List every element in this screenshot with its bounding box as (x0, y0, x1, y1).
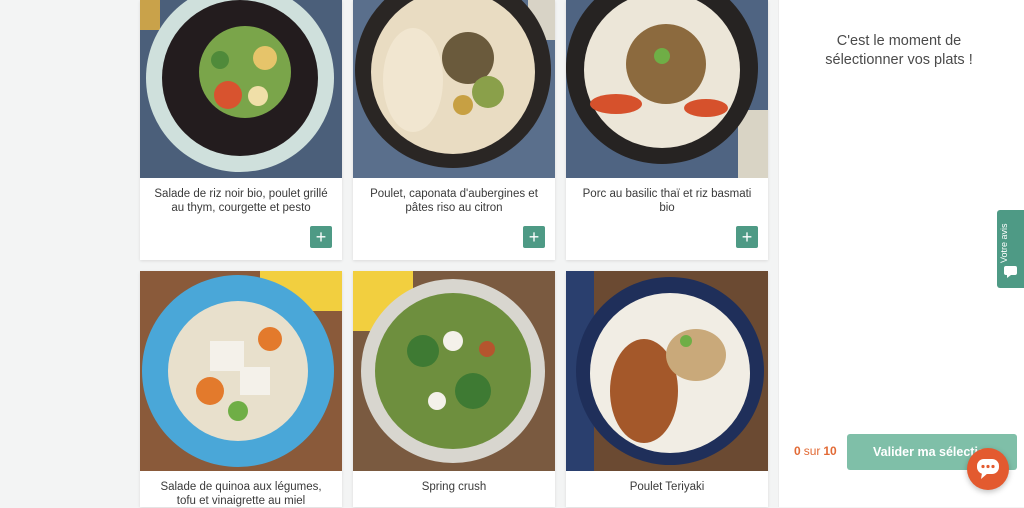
dish-title: Porc au basilic thaï et riz basmati bio (582, 188, 752, 214)
dish-photo (353, 0, 555, 178)
add-dish-button[interactable]: + (523, 226, 545, 248)
selection-sidebar: C'est le moment de sélectionner vos plat… (778, 0, 1024, 507)
dish-photo (566, 271, 768, 471)
plus-icon: + (315, 227, 327, 247)
dish-card[interactable]: Spring crush (353, 271, 555, 507)
selection-prompt: C'est le moment de sélectionner vos plat… (825, 33, 973, 68)
dish-title: Salade de riz noir bio, poulet grillé au… (154, 188, 328, 214)
dish-card[interactable]: Poulet Teriyaki (566, 271, 768, 507)
selected-count: 0 (794, 444, 801, 458)
dish-grid: Salade de riz noir bio, poulet grillé au… (140, 0, 768, 507)
feedback-tab[interactable]: Votre avis (997, 210, 1024, 288)
plus-icon: + (741, 227, 753, 247)
dish-card[interactable]: Porc au basilic thaï et riz basmati bio … (566, 0, 768, 260)
dish-photo (140, 271, 342, 471)
count-separator: sur (803, 444, 821, 458)
dish-photo (566, 0, 768, 178)
comment-icon (1004, 266, 1017, 278)
dish-card[interactable]: Salade de riz noir bio, poulet grillé au… (140, 0, 342, 260)
dish-card[interactable]: Poulet, caponata d'aubergines et pâtes r… (353, 0, 555, 260)
dish-photo (140, 0, 342, 178)
plus-icon: + (528, 227, 540, 247)
total-count: 10 (823, 444, 837, 458)
dish-title: Salade de quinoa aux légumes, tofu et vi… (160, 481, 322, 507)
dish-photo (353, 271, 555, 471)
dish-title: Poulet, caponata d'aubergines et pâtes r… (370, 188, 538, 214)
dish-card[interactable]: Salade de quinoa aux légumes, tofu et vi… (140, 271, 342, 507)
add-dish-button[interactable]: + (736, 226, 758, 248)
dish-title: Spring crush (421, 481, 487, 493)
chat-launcher-button[interactable] (967, 448, 1009, 490)
add-dish-button[interactable]: + (310, 226, 332, 248)
feedback-label: Votre avis (999, 223, 1009, 263)
selection-counter: 0 sur 10 (794, 444, 837, 458)
dish-title: Poulet Teriyaki (629, 481, 705, 493)
chat-icon (977, 459, 999, 479)
